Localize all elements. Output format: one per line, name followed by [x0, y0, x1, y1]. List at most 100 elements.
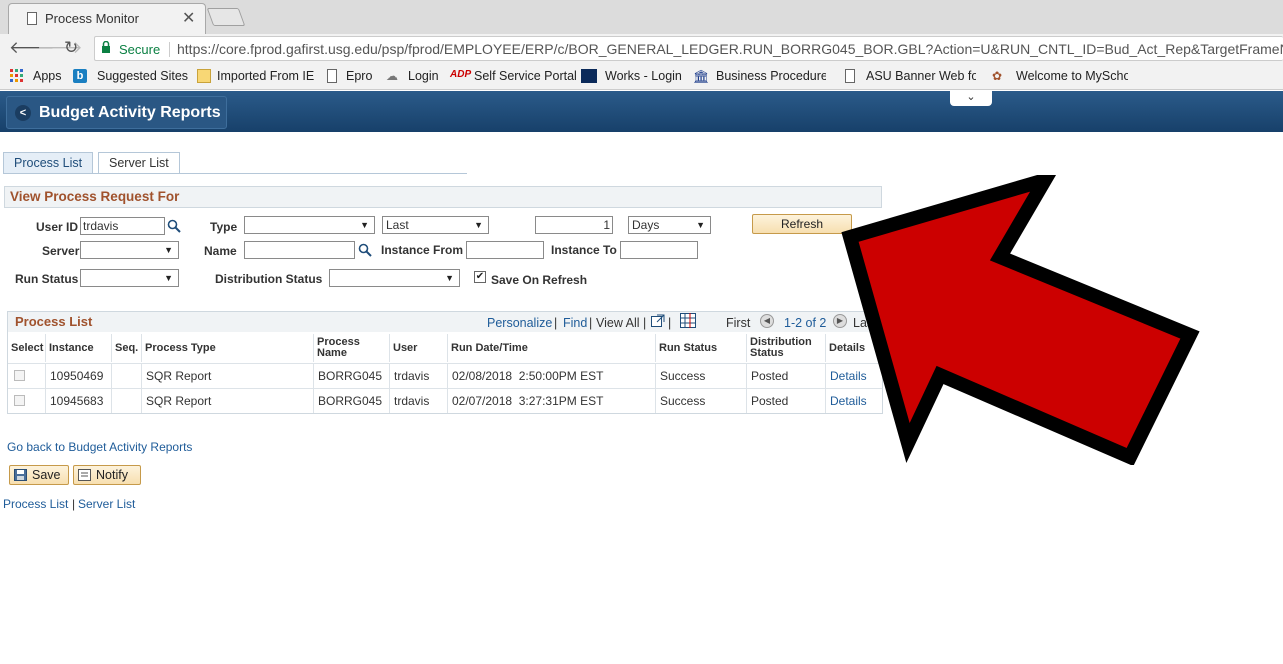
address-bar[interactable]: Secure https://core.fprod.gafirst.usg.ed… [94, 36, 1283, 61]
instance-from-field[interactable] [466, 241, 544, 259]
run-status-label: Run Status [15, 272, 79, 286]
user-id-field[interactable]: trdavis [80, 217, 165, 235]
bookmark-business-procedures[interactable]: Business Procedures [716, 69, 826, 83]
column-header-user: User [390, 334, 448, 362]
document-icon [27, 12, 37, 25]
count-field[interactable]: 1 [535, 216, 613, 234]
grid-separator: | [554, 316, 558, 330]
footer-process-list-link[interactable]: Process List [3, 497, 68, 511]
address-separator [169, 42, 170, 57]
process-type-cell: SQR Report [142, 364, 314, 388]
user-cell: trdavis [390, 389, 448, 413]
bookmark-suggested-sites[interactable]: Suggested Sites [97, 69, 188, 83]
search-icon[interactable] [358, 243, 372, 257]
column-header-process-type: Process Type [142, 334, 314, 362]
row-select-checkbox[interactable] [14, 395, 25, 406]
select-cell [8, 389, 46, 413]
search-icon[interactable] [167, 219, 181, 233]
grid-toolbar: Process List Personalize | Find | View A… [8, 312, 882, 332]
secure-label: Secure [119, 42, 161, 57]
tab-process-list[interactable]: Process List [3, 152, 94, 174]
days-select[interactable]: Days ▼ [628, 216, 711, 234]
myschool-icon: ✿ [992, 69, 1003, 83]
new-window-icon[interactable] [651, 314, 665, 327]
bookmark-epro[interactable]: Epro [346, 69, 372, 83]
go-back-link[interactable]: Go back to Budget Activity Reports [7, 440, 192, 454]
browser-tab-strip: Process Monitor ✕ [0, 0, 1283, 34]
chevron-down-icon[interactable]: ⌄ [950, 91, 992, 106]
save-on-refresh-checkbox[interactable]: ✔ [474, 271, 486, 283]
process-name-cell: BORRG045 [314, 389, 390, 413]
distribution-status-cell: Posted [747, 389, 826, 413]
notify-button[interactable]: Notify [73, 465, 141, 485]
run-status-cell: Success [656, 389, 747, 413]
works-icon [581, 69, 597, 83]
view-all-link[interactable]: View All [596, 316, 640, 330]
server-label: Server [42, 244, 80, 258]
bookmark-login[interactable]: Login [408, 69, 439, 83]
save-icon [14, 469, 27, 481]
filter-group-header: View Process Request For [4, 186, 882, 208]
select-cell [8, 364, 46, 388]
bookmark-self-service-portal[interactable]: Self Service Portal [474, 69, 577, 83]
back-to-budget-button[interactable]: < Budget Activity Reports [6, 96, 227, 129]
bookmark-imported-from-ie[interactable]: Imported From IE [217, 69, 314, 83]
bookmarks-bar: Apps b Suggested Sites Imported From IE … [0, 64, 1283, 90]
refresh-button[interactable]: Refresh [752, 214, 852, 234]
close-icon[interactable]: ✕ [182, 8, 195, 28]
red-arrow-annotation [841, 175, 1200, 465]
page-icon [845, 69, 855, 83]
dropdown-caret-icon: ▼ [474, 220, 483, 230]
page-icon [327, 69, 337, 83]
instance-from-label: Instance From [381, 243, 464, 257]
row-select-checkbox[interactable] [14, 370, 25, 381]
dropdown-caret-icon: ▼ [696, 220, 705, 230]
dropdown-caret-icon: ▼ [445, 273, 454, 283]
new-tab-button[interactable] [206, 8, 246, 26]
distribution-status-label: Distribution Status [215, 272, 323, 286]
name-field[interactable] [244, 241, 355, 259]
column-header-instance: Instance [46, 334, 112, 362]
last-select-value: Last [386, 218, 409, 232]
url-text[interactable]: https://core.fprod.gafirst.usg.edu/psp/f… [177, 41, 1283, 57]
column-header-seq: Seq. [112, 334, 142, 362]
instance-to-label: Instance To [551, 243, 617, 257]
spreadsheet-icon[interactable] [680, 313, 696, 328]
process-type-cell: SQR Report [142, 389, 314, 413]
bookmark-works-login[interactable]: Works - Login [605, 69, 682, 83]
last-select[interactable]: Last ▼ [382, 216, 489, 234]
row-range: 1-2 of 2 [784, 316, 827, 330]
find-link[interactable]: Find [563, 316, 587, 330]
bookmark-welcome-myschool[interactable]: Welcome to MySchoo [1016, 69, 1128, 83]
bookmark-asu-banner[interactable]: ASU Banner Web for [866, 69, 976, 83]
instance-to-field[interactable] [620, 241, 698, 259]
notify-icon [78, 469, 91, 481]
process-list-grid: Process List Personalize | Find | View A… [7, 311, 883, 414]
distribution-status-select[interactable]: ▼ [329, 269, 460, 287]
notify-label: Notify [96, 468, 128, 482]
seq-cell [112, 389, 142, 413]
type-select[interactable]: ▼ [244, 216, 375, 234]
browser-tab[interactable]: Process Monitor ✕ [8, 3, 206, 34]
tab-server-list[interactable]: Server List [98, 152, 180, 174]
run-status-select[interactable]: ▼ [80, 269, 179, 287]
column-header-distribution-status: Distribution Status [747, 334, 826, 362]
column-header-run-datetime: Run Date/Time [448, 334, 656, 362]
column-header-run-status: Run Status [656, 334, 747, 362]
table-row: 10945683 SQR Report BORRG045 trdavis 02/… [8, 388, 882, 413]
bookmark-apps[interactable]: Apps [33, 69, 62, 83]
grid-separator: | [668, 316, 672, 330]
instance-cell: 10950469 [46, 364, 112, 388]
footer-server-list-link[interactable]: Server List [78, 497, 135, 511]
server-select[interactable]: ▼ [80, 241, 179, 259]
grid-title: Process List [15, 314, 93, 329]
reload-icon[interactable]: ↻ [64, 38, 78, 58]
process-name-cell: BORRG045 [314, 364, 390, 388]
table-row: 10950469 SQR Report BORRG045 trdavis 02/… [8, 363, 882, 388]
previous-icon[interactable]: ◀ [760, 314, 774, 328]
personalize-link[interactable]: Personalize [487, 316, 552, 330]
type-label: Type [210, 220, 238, 234]
save-button[interactable]: Save [9, 465, 69, 485]
days-select-value: Days [632, 218, 660, 232]
cloud-icon: ☁ [386, 69, 398, 83]
